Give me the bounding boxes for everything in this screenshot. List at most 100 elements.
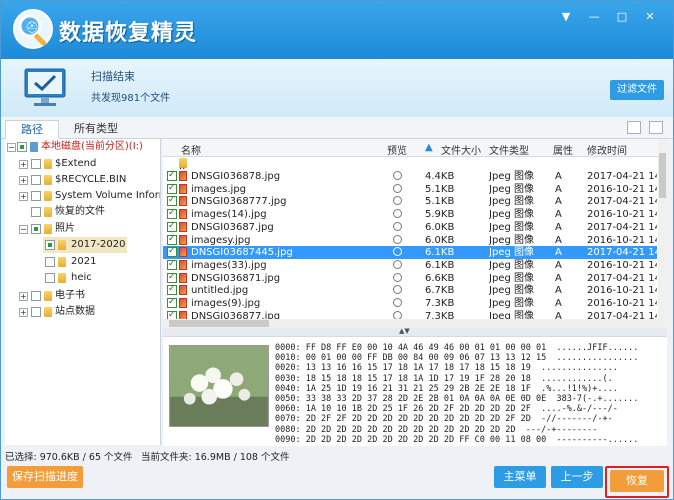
tab-path[interactable]: 路径 [5, 120, 59, 139]
table-row[interactable]: DNSGI036878.jpg 4.4KB Jpeg 图像 A 2017-04-21 1… [163, 169, 657, 183]
table-row[interactable]: DNSGI036877.jpg 7.3KB Jpeg 图像 A 2017-04-21 1… [163, 309, 657, 319]
row-checkbox[interactable] [167, 182, 177, 195]
tree-checkbox[interactable] [17, 142, 27, 152]
expand-icon[interactable]: + [19, 292, 28, 301]
filter-files-button[interactable]: 过滤文件 [610, 80, 664, 100]
jpeg-file-icon [179, 183, 187, 194]
preview-magnifier-icon[interactable] [393, 209, 402, 219]
tree-checkbox[interactable] [31, 224, 41, 234]
minimize-button[interactable]: — [585, 10, 603, 24]
tree-checkbox[interactable] [45, 240, 55, 250]
tab-all-types[interactable]: 所有类型 [63, 120, 129, 139]
row-checkbox[interactable] [167, 169, 177, 182]
file-modified: 2016-10-21 14:1 [587, 183, 657, 195]
preview-magnifier-icon[interactable] [393, 259, 402, 269]
tree-checkbox[interactable] [31, 307, 41, 317]
preview-magnifier-icon[interactable] [393, 272, 402, 282]
preview-magnifier-icon[interactable] [393, 171, 402, 180]
preview-magnifier-icon[interactable] [393, 310, 402, 319]
tree-checkbox[interactable] [31, 175, 41, 185]
row-checkbox[interactable] [167, 271, 177, 284]
list-view-icon[interactable] [649, 121, 663, 134]
jpeg-file-icon [179, 196, 187, 207]
tree-checkbox[interactable] [45, 273, 55, 283]
column-size[interactable]: 文件大小 [441, 142, 481, 157]
file-type: Jpeg 图像 [489, 171, 534, 182]
tree-item-drive[interactable]: − 本地磁盘(当前分区)(I:) [5, 139, 160, 155]
table-row[interactable]: untitled.jpg 6.7KB Jpeg 图像 A 2016-10-21 14:1 [163, 283, 657, 297]
row-checkbox[interactable] [167, 194, 177, 207]
column-type[interactable]: 文件类型 [489, 142, 529, 157]
row-checkbox[interactable] [167, 245, 177, 258]
row-checkbox[interactable] [167, 207, 177, 220]
column-name[interactable]: 名称 [181, 142, 201, 157]
file-size: 6.0KB [425, 221, 455, 233]
row-checkbox[interactable] [167, 233, 177, 246]
table-row[interactable]: DNSGI0368777.jpg 5.1KB Jpeg 图像 A 2017-04-21 … [163, 194, 657, 208]
table-row[interactable]: images(14).jpg 5.9KB Jpeg 图像 A 2016-10-21 14… [163, 207, 657, 221]
row-checkbox[interactable] [167, 296, 177, 309]
preview-magnifier-icon[interactable] [393, 298, 402, 307]
tree-item-recycle-bin[interactable]: + $RECYCLE.BIN [5, 172, 160, 188]
menu-dropdown-button[interactable]: ▼ [557, 10, 575, 24]
tree-item-site-data[interactable]: + 站点数据 [5, 304, 160, 320]
close-button[interactable]: ✕ [641, 10, 659, 24]
preview-magnifier-icon[interactable] [393, 196, 402, 206]
tree-checkbox[interactable] [31, 291, 41, 301]
preview-magnifier-icon[interactable] [393, 183, 402, 193]
table-row[interactable]: images(9).jpg 7.3KB Jpeg 图像 A 2016-10-21 14:… [163, 296, 657, 310]
tree-checkbox[interactable] [45, 257, 55, 267]
tree-checkbox[interactable] [31, 191, 41, 201]
table-row[interactable]: DNSGI03687.jpg 6.0KB Jpeg 图像 A 2017-04-21 14… [163, 220, 657, 234]
list-item-parent[interactable]: .. [163, 157, 657, 172]
row-checkbox[interactable] [167, 220, 177, 233]
tree-item-2017-2020[interactable]: 2017-2020 [43, 237, 127, 253]
pane-splitter[interactable]: ▲▼ [163, 327, 667, 336]
row-checkbox[interactable] [167, 258, 177, 271]
preview-magnifier-icon[interactable] [393, 221, 402, 231]
tree-item-system-volume[interactable]: + System Volume Information [5, 188, 160, 204]
save-progress-button[interactable]: 保存扫描进度 [7, 466, 83, 488]
main-menu-button[interactable]: 主菜单 [494, 466, 546, 488]
tree-item-extend[interactable]: + $Extend [5, 156, 160, 172]
scrollbar-thumb[interactable] [169, 320, 269, 327]
table-row[interactable]: images.jpg 5.1KB Jpeg 图像 A 2016-10-21 14:1 [163, 182, 657, 196]
horizontal-scrollbar[interactable] [163, 319, 667, 328]
tree-item-recovered[interactable]: 恢复的文件 [5, 204, 160, 220]
expand-icon[interactable]: + [19, 176, 28, 185]
recover-button[interactable]: 恢复 [610, 470, 664, 492]
table-row[interactable]: DNSGI036871.jpg 6.6KB Jpeg 图像 A 2017-04-21 1… [163, 271, 657, 285]
table-row[interactable]: imagesy.jpg 6.0KB Jpeg 图像 A 2016-10-21 14:1 [163, 233, 657, 247]
scrollbar-thumb[interactable] [659, 153, 666, 198]
view-tabs: 路径 所有类型 [1, 117, 673, 139]
tree-checkbox[interactable] [31, 207, 41, 217]
tree-item-photos[interactable]: − 照片 [5, 221, 160, 237]
tree-item-heic[interactable]: heic [5, 270, 160, 286]
expand-icon[interactable]: + [19, 160, 28, 169]
expand-icon[interactable]: + [19, 192, 28, 201]
jpeg-file-icon [179, 298, 187, 308]
splitter-grip-icon: ▲▼ [399, 327, 410, 335]
preview-magnifier-icon[interactable] [393, 247, 402, 257]
tree-item-ebooks[interactable]: + 电子书 [5, 288, 160, 304]
column-preview[interactable]: 预览 [387, 142, 407, 157]
tree-checkbox[interactable] [31, 159, 41, 169]
tree-item-2021[interactable]: 2021 [5, 254, 160, 270]
table-row[interactable]: DNSGI03687445.jpg 6.1KB Jpeg 图像 A 2017-04-21… [163, 245, 657, 260]
status-bar: 已选择: 970.6KB / 65 个文件 当前文件夹: 16.9MB / 10… [1, 446, 673, 463]
tree-item-label: heic [71, 272, 92, 283]
expand-icon[interactable]: + [19, 308, 28, 317]
maximize-button[interactable]: □ [613, 10, 631, 24]
grid-view-icon[interactable] [627, 121, 641, 134]
column-modified[interactable]: 修改时间 [587, 142, 627, 157]
table-row[interactable]: images(33).jpg 6.1KB Jpeg 图像 A 2016-10-21 14… [163, 258, 657, 272]
preview-magnifier-icon[interactable] [393, 234, 402, 244]
collapse-icon[interactable]: − [19, 225, 28, 234]
column-attr[interactable]: 属性 [553, 142, 573, 157]
preview-magnifier-icon[interactable] [393, 285, 402, 295]
row-checkbox[interactable] [167, 309, 177, 319]
row-checkbox[interactable] [167, 283, 177, 296]
collapse-icon[interactable]: − [7, 143, 16, 152]
vertical-scrollbar[interactable] [658, 139, 667, 319]
previous-step-button[interactable]: 上一步 [551, 466, 603, 488]
